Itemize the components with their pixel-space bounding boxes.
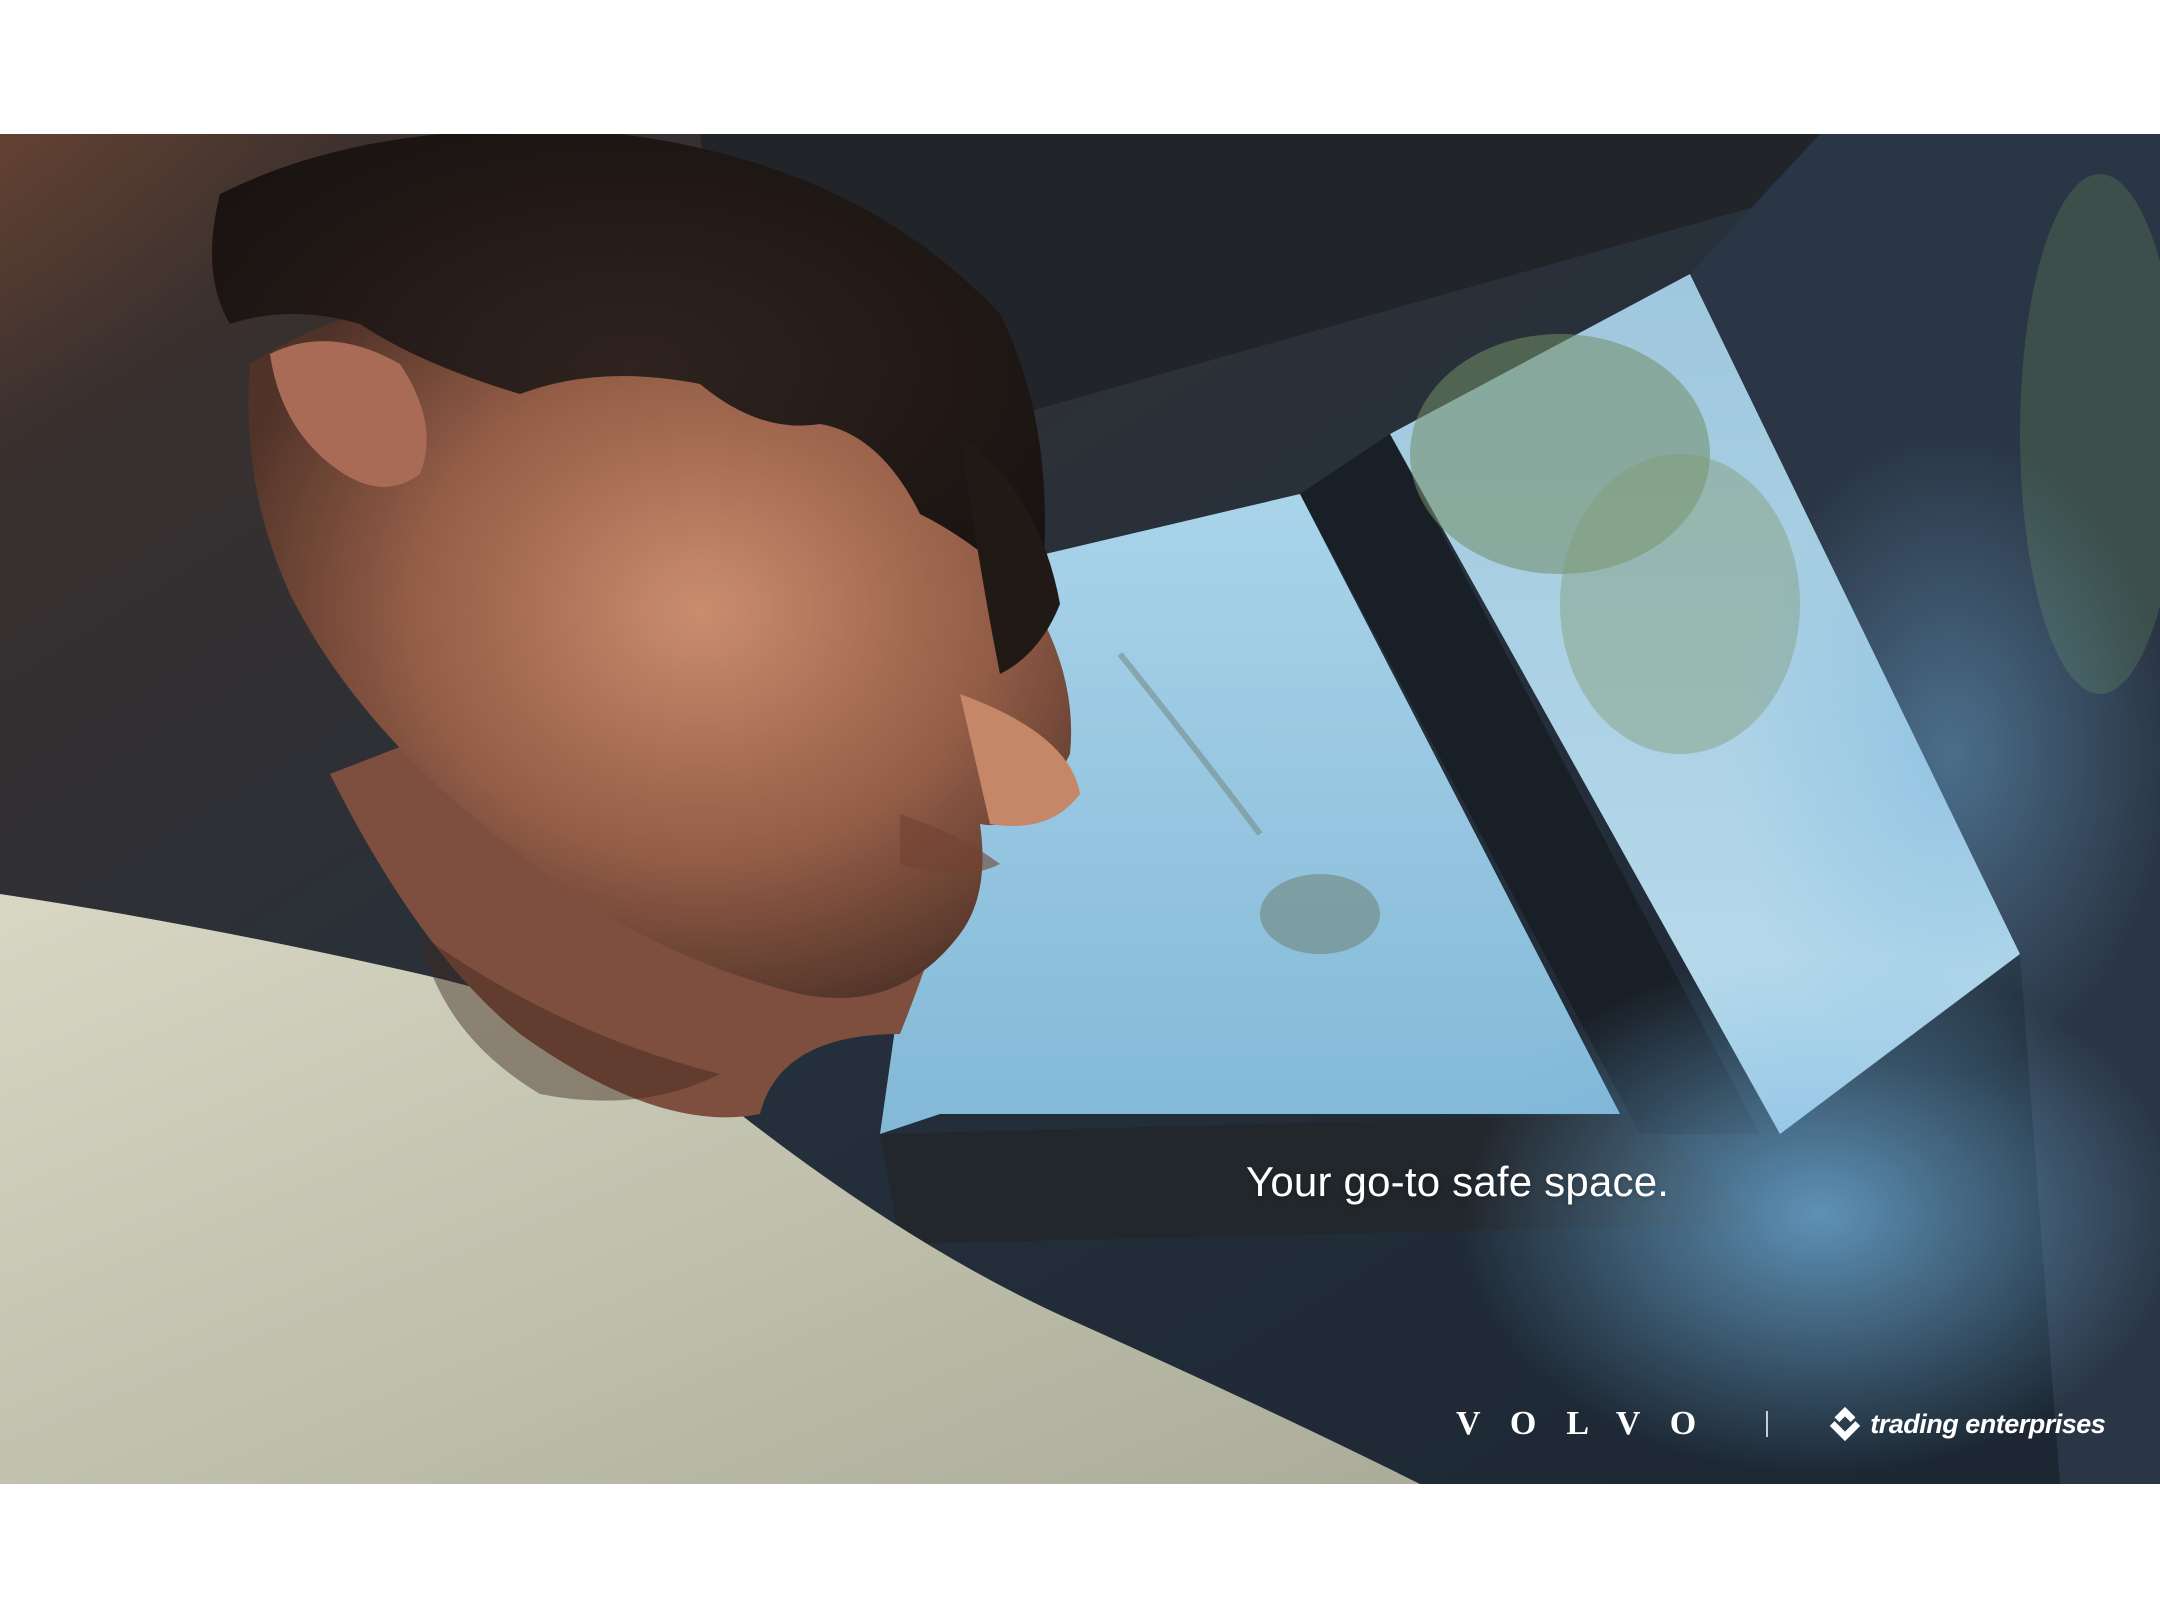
ad-page: Your go-to safe space. VOLVO trading ent… bbox=[0, 0, 2160, 1620]
car-interior-photo bbox=[0, 134, 2160, 1484]
ad-banner: Your go-to safe space. VOLVO trading ent… bbox=[0, 134, 2160, 1484]
trading-enterprises-wordmark: trading enterprises bbox=[1870, 1408, 2106, 1439]
volvo-logo: VOLVO bbox=[1456, 1405, 1727, 1442]
ad-tagline: Your go-to safe space. bbox=[1246, 1158, 1670, 1205]
trading-enterprises-mark-icon bbox=[1830, 1406, 1861, 1442]
logo-divider bbox=[1766, 1411, 1769, 1437]
brand-logo-bar: VOLVO trading enterprises bbox=[1456, 1404, 2106, 1444]
trading-enterprises-logo: trading enterprises bbox=[1826, 1405, 2106, 1443]
